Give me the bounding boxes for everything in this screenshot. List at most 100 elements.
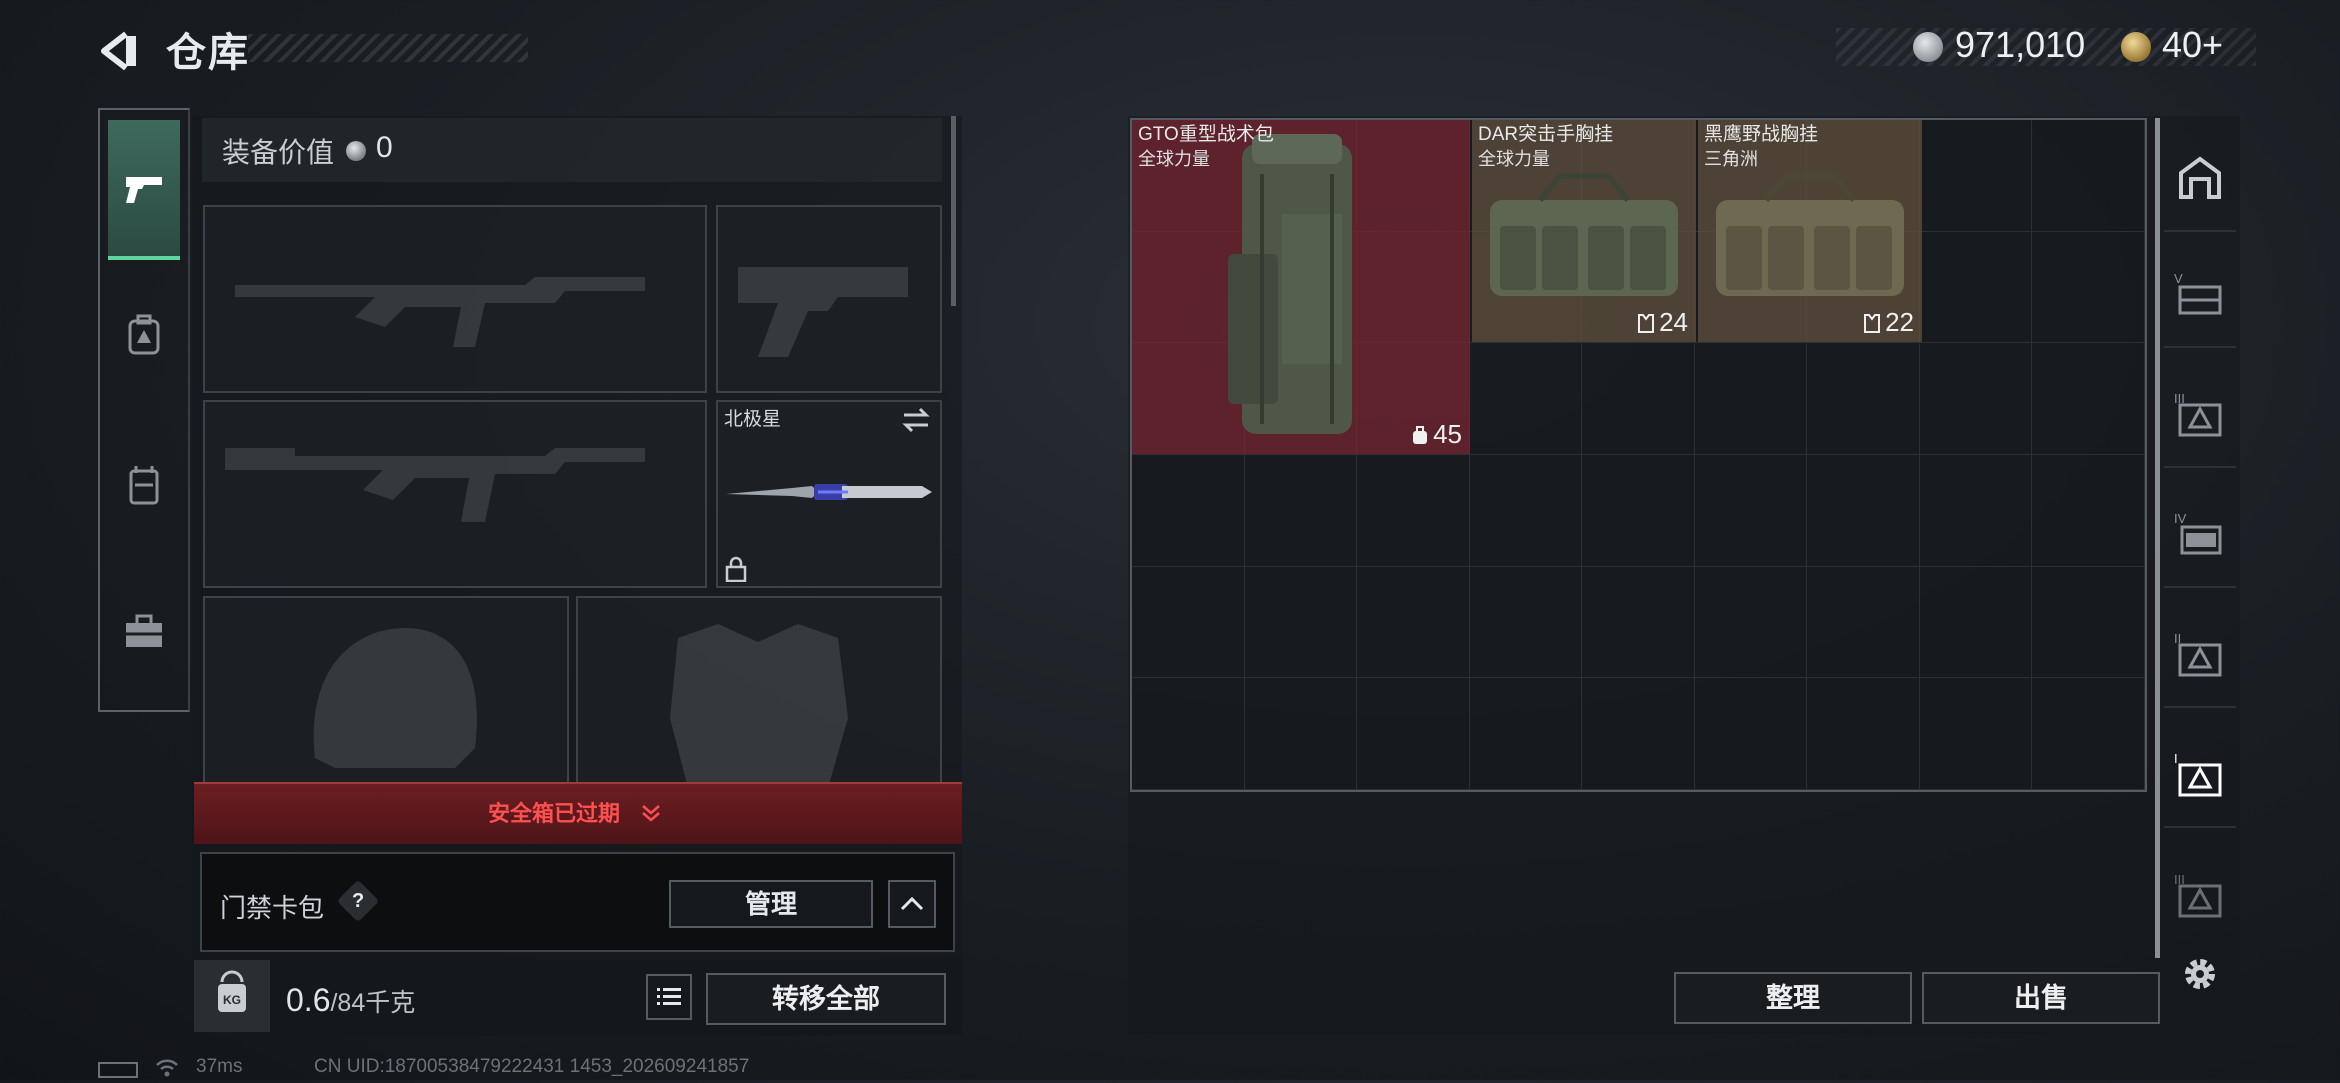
grid-cell[interactable] [2032, 120, 2145, 232]
storage-item-gto-backpack[interactable]: GTO重型战术包 全球力量 45 [1132, 120, 1470, 454]
armor-silhouette-icon [670, 624, 848, 788]
battery-icon [98, 1062, 138, 1078]
primary-weapon-slot-2[interactable] [203, 400, 707, 588]
grid-cell[interactable] [1919, 231, 2033, 344]
grid-cell[interactable] [1694, 678, 1808, 790]
tab-storage-v[interactable]: V [2164, 242, 2236, 348]
grid-cell[interactable] [1919, 343, 2033, 455]
coin-amount: 971,010 [1955, 24, 2086, 65]
grid-cell[interactable] [1357, 678, 1470, 790]
item-source: 全球力量 [1138, 149, 1210, 169]
armor-slot[interactable] [576, 596, 942, 796]
grid-cell[interactable] [1357, 566, 1470, 679]
storage-item-blackhawk-vest[interactable]: 黑鹰野战胸挂 三角洲 22 [1698, 120, 1922, 342]
grid-cell[interactable] [1919, 454, 2033, 567]
rifle-silhouette-icon [225, 448, 645, 522]
primary-weapon-slot-1[interactable] [203, 205, 707, 393]
wifi-icon [155, 1058, 179, 1078]
item-name: GTO重型战术包 [1138, 124, 1274, 145]
storage-v-icon: V [2174, 271, 2222, 315]
weight-current: 0.6 [286, 982, 331, 1018]
grid-cell[interactable] [1694, 343, 1808, 455]
grid-cell[interactable] [1244, 678, 1358, 790]
grid-cell[interactable] [1132, 454, 1245, 567]
grid-cell[interactable] [1807, 566, 1920, 679]
sell-button[interactable]: 出售 [1922, 972, 2160, 1024]
grid-cell[interactable] [1132, 566, 1245, 679]
equipment-scrollbar[interactable] [951, 116, 956, 306]
tab-storage-iii[interactable]: III [2164, 362, 2236, 468]
grid-cell[interactable] [1919, 566, 2033, 679]
grid-cell[interactable] [1582, 454, 1695, 567]
grid-cell[interactable] [1357, 454, 1470, 567]
item-source: 全球力量 [1478, 149, 1550, 169]
grid-cell[interactable] [2032, 231, 2145, 344]
grid-cell[interactable] [1807, 454, 1920, 567]
helmet-slot[interactable] [203, 596, 569, 796]
grid-cell[interactable] [1582, 566, 1695, 679]
tab-toolbox[interactable] [108, 576, 180, 686]
item-capacity-value: 22 [1885, 307, 1914, 337]
coin-icon [346, 141, 366, 161]
grid-cell[interactable] [1469, 454, 1583, 567]
svg-text:IV: IV [2174, 511, 2187, 526]
grid-cell[interactable] [1244, 566, 1358, 679]
swap-icon[interactable] [900, 406, 932, 434]
transfer-all-button[interactable]: 转移全部 [706, 973, 946, 1025]
grid-cell[interactable] [1469, 343, 1583, 455]
lock-icon [725, 556, 747, 583]
item-capacity-value: 45 [1433, 419, 1462, 449]
tab-storage-iii-alt[interactable]: III [2164, 842, 2236, 948]
storage-iii-icon: III [2174, 391, 2222, 437]
back-arrow-icon [101, 31, 136, 71]
tab-weapons[interactable] [108, 120, 180, 260]
grid-cell[interactable] [1582, 343, 1695, 455]
tab-storage-i[interactable]: I [2164, 722, 2236, 828]
grid-cell[interactable] [1807, 343, 1920, 455]
ticket-amount[interactable]: 40+ [2162, 24, 2223, 66]
grid-cell[interactable] [1582, 678, 1695, 790]
grid-cell[interactable] [1694, 454, 1808, 567]
back-button[interactable] [96, 26, 146, 76]
grid-cell[interactable] [1694, 566, 1808, 679]
grid-cell[interactable] [2032, 566, 2145, 679]
grid-cell[interactable] [2032, 343, 2145, 455]
grid-cell[interactable] [1919, 678, 2033, 790]
tab-vault[interactable] [2164, 126, 2236, 232]
pistol-silhouette-icon [738, 267, 908, 357]
svg-text:V: V [2174, 271, 2183, 286]
item-capacity: 45 [1411, 419, 1462, 450]
grid-cell[interactable] [1132, 678, 1245, 790]
backpack-image [1228, 134, 1352, 434]
storage-item-dar-vest[interactable]: DAR突击手胸挂 全球力量 24 [1472, 120, 1696, 342]
storage-scrollbar[interactable] [2155, 118, 2160, 958]
grid-cell[interactable] [2032, 454, 2145, 567]
gear-icon[interactable] [2180, 954, 2220, 994]
tab-vest[interactable] [108, 430, 180, 540]
list-view-button[interactable] [646, 974, 692, 1020]
grid-cell[interactable] [1244, 454, 1358, 567]
vest-icon [129, 466, 159, 505]
manage-button[interactable]: 管理 [669, 880, 873, 928]
toolbox-icon [126, 614, 162, 647]
grid-cell[interactable] [1807, 678, 1920, 790]
tab-storage-ii[interactable]: II [2164, 602, 2236, 708]
weight-icon: KG [218, 970, 246, 1012]
tab-storage-iv[interactable]: IV [2164, 482, 2236, 588]
tab-backpack[interactable] [108, 280, 180, 390]
grid-cell[interactable] [2032, 678, 2145, 790]
item-source: 三角洲 [1704, 149, 1758, 169]
collapse-button[interactable] [888, 880, 936, 928]
grid-cell[interactable] [1469, 566, 1583, 679]
coin-icon [1913, 32, 1943, 62]
equipment-value: 0 [376, 131, 393, 164]
vault-icon [2179, 156, 2221, 199]
weight-lock-button[interactable]: KG [194, 960, 270, 1032]
pistol-slot[interactable] [716, 205, 942, 393]
item-capacity-value: 24 [1659, 307, 1688, 337]
safe-expired-text: 安全箱已过期 [488, 801, 621, 826]
grid-cell[interactable] [1469, 678, 1583, 790]
page-title: 仓库 [166, 31, 250, 75]
sort-button[interactable]: 整理 [1674, 972, 1912, 1024]
grid-cell[interactable] [1919, 120, 2033, 232]
